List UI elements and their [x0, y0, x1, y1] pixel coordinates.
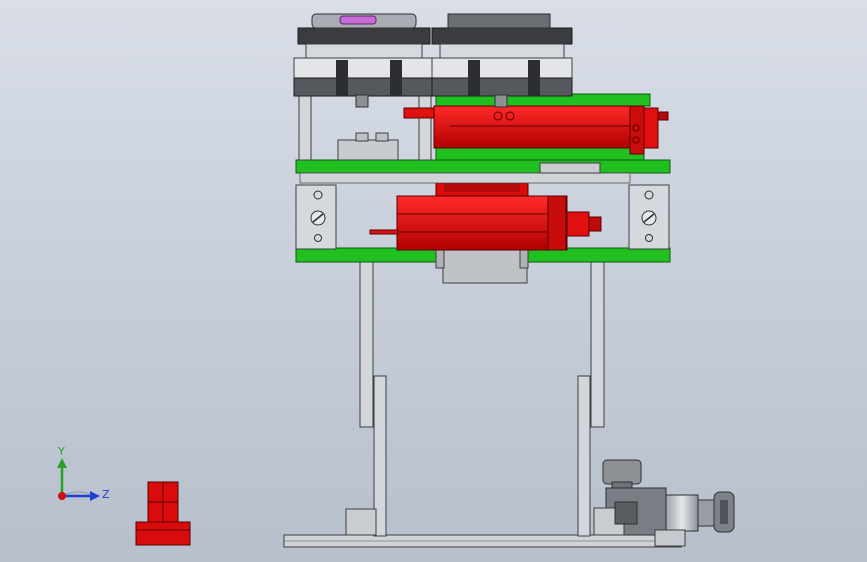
base-plate[interactable]	[283, 534, 682, 548]
cad-viewport[interactable]: Y Z	[0, 0, 867, 562]
middle-green-plate[interactable]	[295, 159, 671, 184]
triad-z-label: Z	[102, 488, 110, 501]
triad-y-label: Y	[57, 445, 65, 458]
support-leg-left[interactable]	[345, 261, 387, 537]
die-set-left[interactable]	[293, 13, 433, 108]
slide-cylinder[interactable]	[403, 105, 669, 155]
view-cube-icon[interactable]	[135, 481, 191, 546]
lower-cylinder[interactable]	[369, 195, 602, 251]
coordinate-triad-icon	[57, 458, 100, 501]
lower-housing[interactable]	[435, 249, 529, 284]
die-set-right[interactable]	[431, 13, 573, 108]
clamp-block-right[interactable]	[628, 184, 670, 250]
clamp-block-left[interactable]	[295, 184, 337, 250]
support-leg-right[interactable]	[577, 261, 605, 537]
drive-motor[interactable]	[593, 459, 735, 547]
